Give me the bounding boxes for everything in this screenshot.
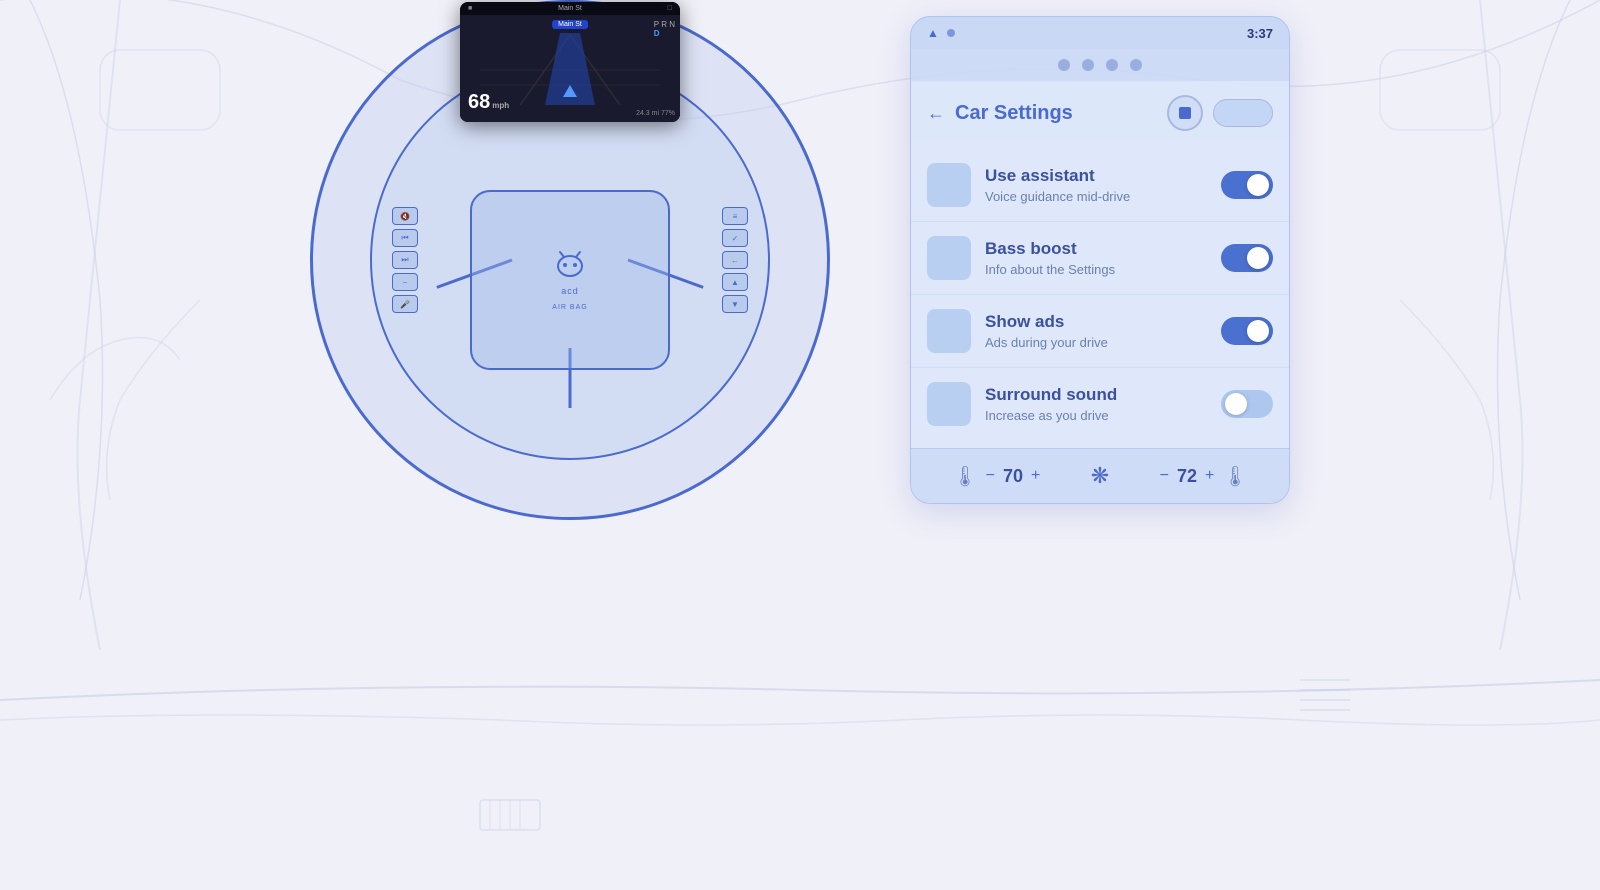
setting-title-bass-boost: Bass boost (985, 239, 1207, 259)
setting-icon-bass-boost (927, 236, 971, 280)
setting-text-bass-boost: Bass boost Info about the Settings (985, 239, 1207, 277)
down-button[interactable]: ▼ (722, 295, 748, 313)
stop-button[interactable] (1167, 95, 1203, 131)
setting-title-surround-sound: Surround sound (985, 385, 1207, 405)
setting-item-show-ads: Show ads Ads during your drive (911, 295, 1289, 368)
back-button[interactable]: ← (927, 103, 945, 124)
phone-display: ■ Main St □ (460, 2, 680, 122)
wheel-right-controls: ≡ ✓ ← ▲ ▼ (722, 207, 748, 313)
heat-right-value: 72 (1177, 466, 1197, 487)
wheel-hub: acd AIR BAG (470, 190, 670, 370)
setting-text-use-assistant: Use assistant Voice guidance mid-drive (985, 166, 1207, 204)
setting-text-surround-sound: Surround sound Increase as you drive (985, 385, 1207, 423)
steering-wheel: ■ Main St □ (310, 0, 830, 520)
setting-icon-surround-sound (927, 382, 971, 426)
setting-desc-use-assistant: Voice guidance mid-drive (985, 189, 1207, 204)
toggle-surround-sound[interactable] (1221, 390, 1273, 418)
heat-left-value: 70 (1003, 466, 1023, 487)
setting-icon-show-ads (927, 309, 971, 353)
menu-icon: ≡ (733, 212, 738, 221)
speed-display: 68mph (468, 91, 509, 114)
stop-icon (1179, 107, 1191, 119)
check-button[interactable]: ✓ (722, 229, 748, 247)
status-left: ▲ (927, 26, 955, 40)
steering-wheel-outer-ring: ■ Main St □ (310, 0, 830, 520)
phone-speed: Main St (558, 5, 582, 12)
nav-dot-4 (1130, 59, 1142, 71)
vol-down-icon: − (403, 278, 408, 287)
toggle-bass-boost[interactable] (1221, 244, 1273, 272)
next-track-button[interactable]: ⏭ (392, 251, 418, 269)
climate-center: ❋ (1091, 463, 1109, 489)
mic-button[interactable]: 🎤 (392, 295, 418, 313)
mic-icon: 🎤 (400, 300, 410, 309)
prev-icon: ⏮ (401, 233, 408, 243)
climate-left-controls: − 70 + (986, 466, 1041, 487)
heat-right-plus[interactable]: + (1205, 467, 1214, 485)
setting-icon-use-assistant (927, 163, 971, 207)
setting-desc-bass-boost: Info about the Settings (985, 262, 1207, 277)
menu-button[interactable]: ≡ (722, 207, 748, 225)
status-bar: ▲ 3:37 (911, 17, 1289, 49)
android-label: acd (561, 286, 579, 296)
climate-left: 🌡 − 70 + (952, 464, 1040, 489)
wifi-indicator (947, 29, 955, 37)
header-right (1167, 95, 1273, 131)
down-icon: ▼ (731, 300, 739, 309)
toggle-knob-bass-boost (1247, 247, 1269, 269)
status-time: 3:37 (1247, 26, 1273, 41)
header-left: ← Car Settings (927, 102, 1073, 125)
setting-desc-show-ads: Ads during your drive (985, 335, 1207, 350)
toggle-use-assistant[interactable] (1221, 171, 1273, 199)
settings-panel: ▲ 3:37 ← Car Settings (910, 16, 1290, 504)
panel-header: ← Car Settings (911, 81, 1289, 141)
mute-icon: 🔇 (400, 212, 410, 221)
wheel-left-controls: 🔇 ⏮ ⏭ − 🎤 (392, 207, 418, 313)
gear-indicator: P R ND (654, 20, 675, 38)
heat-right-minus[interactable]: − (1160, 467, 1169, 485)
next-icon: ⏭ (401, 255, 408, 265)
nav-dot-3 (1106, 59, 1118, 71)
up-button[interactable]: ▲ (722, 273, 748, 291)
setting-item-surround-sound: Surround sound Increase as you drive (911, 368, 1289, 440)
mute-button[interactable]: 🔇 (392, 207, 418, 225)
settings-list: Use assistant Voice guidance mid-drive B… (911, 141, 1289, 448)
setting-text-show-ads: Show ads Ads during your drive (985, 312, 1207, 350)
street-label: Main St (552, 20, 588, 29)
heat-left-plus[interactable]: + (1031, 467, 1040, 485)
prev-track-button[interactable]: ⏮ (392, 229, 418, 247)
heat-left-icon: 🌡 (952, 464, 977, 489)
toggle-knob-use-assistant (1247, 174, 1269, 196)
toggle-knob-surround-sound (1225, 393, 1247, 415)
nav-dot-1 (1058, 59, 1070, 71)
nav-dot-2 (1082, 59, 1094, 71)
fan-icon: ❋ (1091, 463, 1109, 489)
check-icon: ✓ (732, 234, 739, 243)
signal-icon: ▲ (927, 26, 939, 40)
heat-left-minus[interactable]: − (986, 467, 995, 485)
climate-right: − 72 + 🌡 (1160, 464, 1248, 489)
setting-item-use-assistant: Use assistant Voice guidance mid-drive (911, 149, 1289, 222)
toggle-show-ads[interactable] (1221, 317, 1273, 345)
airbag-label: AIR BAG (552, 304, 587, 311)
panel-title: Car Settings (955, 102, 1073, 125)
heat-right-icon: 🌡 (1222, 464, 1247, 489)
back-nav-icon: ← (731, 256, 739, 265)
back-nav-button[interactable]: ← (722, 251, 748, 269)
climate-right-controls: − 72 + (1160, 466, 1215, 487)
up-icon: ▲ (731, 278, 739, 287)
vol-down-button[interactable]: − (392, 273, 418, 291)
setting-desc-surround-sound: Increase as you drive (985, 408, 1207, 423)
setting-title-show-ads: Show ads (985, 312, 1207, 332)
steering-wheel-inner-ring: ■ Main St □ (370, 60, 770, 460)
climate-bar: 🌡 − 70 + ❋ − 72 + 🌡 (911, 448, 1289, 503)
nav-dots (911, 49, 1289, 81)
setting-title-use-assistant: Use assistant (985, 166, 1207, 186)
toggle-knob-show-ads (1247, 320, 1269, 342)
setting-item-bass-boost: Bass boost Info about the Settings (911, 222, 1289, 295)
header-pill[interactable] (1213, 99, 1273, 127)
android-logo (550, 250, 590, 278)
